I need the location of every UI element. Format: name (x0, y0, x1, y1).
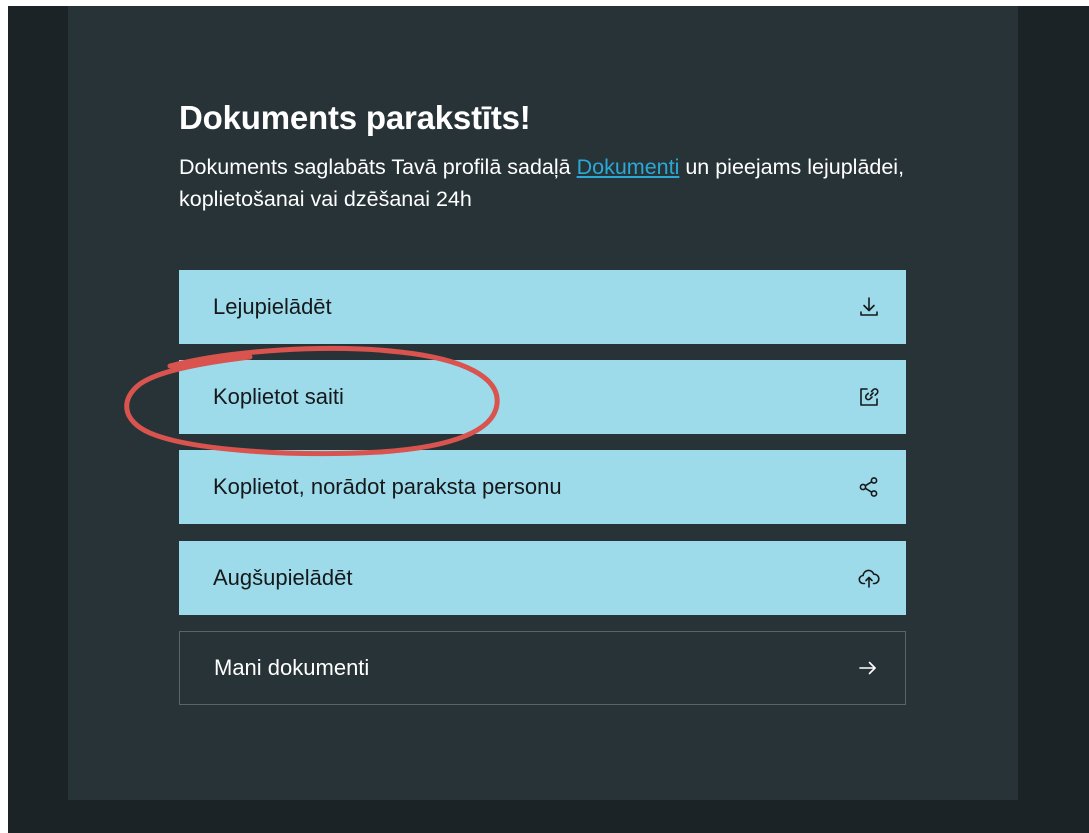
page-title: Dokuments parakstīts! (179, 99, 531, 136)
share-with-signer-label: Koplietot, norādot paraksta personu (213, 474, 562, 499)
share-nodes-icon (856, 474, 882, 500)
upload-button[interactable]: Augšupielādēt (179, 541, 906, 615)
download-button[interactable]: Lejupielādēt (179, 270, 906, 344)
share-link-button[interactable]: Koplietot saiti (179, 360, 906, 434)
my-documents-label: Mani dokumenti (214, 655, 370, 680)
share-link-icon (856, 384, 882, 410)
cloud-upload-icon (856, 565, 882, 591)
documents-link[interactable]: Dokumenti (577, 155, 680, 179)
share-with-signer-button[interactable]: Koplietot, norādot paraksta personu (179, 450, 906, 524)
upload-label: Augšupielādēt (213, 565, 353, 590)
arrow-right-icon (855, 655, 881, 681)
download-label: Lejupielādēt (213, 294, 332, 319)
my-documents-button[interactable]: Mani dokumenti (179, 631, 906, 705)
description-prefix: Dokuments saglabāts Tavā profilā sadaļā (179, 155, 577, 179)
status-description: Dokuments saglabāts Tavā profilā sadaļā … (179, 151, 919, 215)
share-link-label: Koplietot saiti (213, 384, 344, 409)
download-icon (856, 294, 882, 320)
